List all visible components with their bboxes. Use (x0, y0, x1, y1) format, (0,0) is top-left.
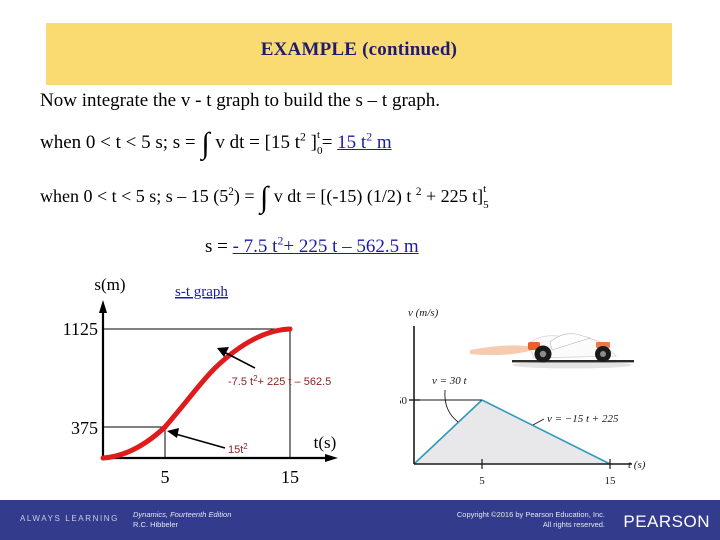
st-xtick-15: 15 (281, 467, 299, 487)
st-x-axis-arrow (325, 454, 338, 462)
eq2-lead: when 0 < t < 5 s; s – 15 (5 (40, 186, 229, 206)
eq1-exponent: 2 (299, 130, 306, 144)
vt-y-axis-label: v (m/s) (408, 307, 439, 319)
book-author: R.C. Hibbeler (133, 520, 179, 529)
eq2-expr-a: [(-15) (1/2) t (320, 186, 412, 206)
eq1-equals-1: = (249, 132, 260, 153)
eq1-result: 15 t2 m (337, 131, 392, 153)
copyright-notice: Copyright ©2016 by Pearson Education, In… (457, 510, 605, 530)
st-xtick-5: 5 (161, 467, 170, 487)
copyright-line-2: All rights reserved. (542, 520, 605, 529)
vt-xtick-15: 15 (605, 475, 617, 487)
eq3-result: - 7.5 t2+ 225 t – 562.5 m (232, 235, 419, 257)
eq1-result-base: 15 t (337, 132, 367, 153)
equation-line-3: s = - 7.5 t2+ 225 t – 562.5 m (205, 235, 419, 258)
integral-sign: ∫ (260, 181, 269, 214)
eq2-lead-tail: ) = (233, 186, 255, 206)
eq2-equals: = (305, 186, 316, 206)
page-title: EXAMPLE (continued) (260, 39, 458, 60)
st-x-axis-label: t(s) (314, 433, 337, 452)
equation-line-1: when 0 < t < 5 s; s = ∫ v dt = [15 t2 ] t… (40, 129, 392, 159)
vt-segment-1-leader (444, 389, 459, 423)
always-learning-tagline: ALWAYS LEARNING (20, 514, 119, 523)
st-ytick-375: 375 (71, 418, 98, 438)
vt-segment-2-label: v = −15 t + 225 (547, 413, 619, 425)
vt-ytick-150: 150 (400, 395, 408, 407)
eq1-lead: when 0 < t < 5 s; s = (40, 132, 196, 153)
title-banner: EXAMPLE (continued) (46, 23, 672, 85)
book-title: Dynamics, Fourteenth Edition (133, 510, 232, 519)
book-info: Dynamics, Fourteenth Edition R.C. Hibbel… (133, 510, 231, 530)
st-annotation-1: 15t2 (228, 442, 248, 456)
integral-sign: ∫ (201, 127, 210, 160)
eq2-expr-b: + 225 t] (425, 186, 484, 206)
eq1-equals-2: = (321, 132, 333, 153)
st-graph-title: s-t graph (175, 284, 228, 300)
st-annotation-1-base: 15t (228, 444, 243, 456)
st-graph-svg: 1125 375 5 15 s(m) t(s) s-t graph 15t2 -… (63, 275, 338, 487)
intro-text: Now integrate the v - t graph to build t… (40, 90, 440, 111)
pearson-logo: PEARSON (623, 512, 710, 531)
st-graph-figure: 1125 375 5 15 s(m) t(s) s-t graph 15t2 -… (50, 268, 400, 498)
eq1-upper-limit: t (316, 129, 321, 141)
eq2-integrand: v dt (273, 186, 302, 206)
vt-segment-2-leader (532, 418, 545, 426)
eq3-result-b: + 225 t – 562.5 m (283, 236, 419, 257)
footer-bar: ALWAYS LEARNING Dynamics, Fourteenth Edi… (0, 500, 720, 540)
eq1-integrand: v dt (215, 132, 245, 153)
eq1-lower-limit: 0 (316, 145, 323, 157)
st-annotation-1-arrowhead (167, 428, 179, 438)
vt-xtick-5: 5 (479, 475, 485, 487)
car-front-hub (539, 350, 547, 358)
st-y-axis-label: s(m) (94, 275, 125, 294)
eq2-lower-limit: 5 (483, 199, 489, 211)
eq1-bracket-open: [15 (264, 132, 290, 153)
eq1-result-unit: m (372, 132, 392, 153)
vt-area-fill (414, 400, 610, 464)
st-annotation-2: -7.5 t2+ 225 t – 562.5 (228, 374, 331, 388)
st-annotation-2-a: -7.5 t (228, 376, 253, 388)
st-curve-segment-1 (100, 424, 168, 461)
equation-line-2: when 0 < t < 5 s; s – 15 (5 2 ) = ∫ v dt =… (40, 183, 489, 213)
st-annotation-1-exp: 2 (243, 442, 248, 451)
car-ground-line (512, 360, 634, 363)
race-car-illustration (470, 333, 634, 369)
vt-graph-svg: 150 5 15 v (m/s) t (s) v = 30 t v = −15 … (400, 307, 646, 487)
eq3-lead: s = (205, 236, 228, 257)
st-y-axis-arrow (99, 300, 107, 313)
vt-x-axis-label: t (s) (628, 459, 646, 471)
car-rear-hub (600, 351, 606, 357)
vt-graph-figure: 150 5 15 v (m/s) t (s) v = 30 t v = −15 … (400, 272, 700, 498)
st-ytick-1125: 1125 (63, 319, 98, 339)
eq2-upper-limit: t (483, 183, 487, 195)
copyright-line-1: Copyright ©2016 by Pearson Education, In… (456, 510, 605, 519)
st-annotation-1-leader (171, 432, 226, 449)
car-shadow (512, 361, 632, 369)
st-annotation-2-b: + 225 t – 562.5 (258, 376, 332, 388)
eq2-expr-exponent: 2 (415, 186, 422, 198)
vt-segment-1-label: v = 30 t (432, 375, 468, 387)
eq3-result-a: - 7.5 t (232, 236, 278, 257)
